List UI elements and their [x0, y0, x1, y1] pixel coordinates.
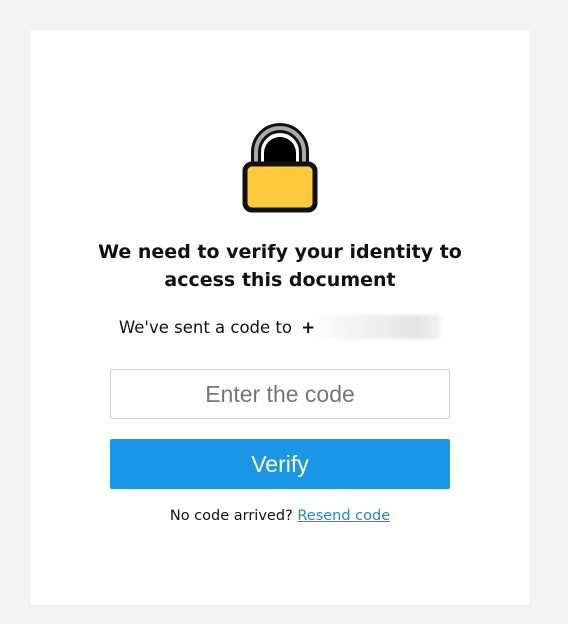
code-sent-text: We've sent a code to: [118, 317, 298, 337]
phone-number-prefix: +: [301, 317, 316, 337]
verify-button[interactable]: Verify: [110, 439, 450, 489]
code-input[interactable]: [110, 369, 450, 419]
code-sent-message: We've sent a code to +: [30, 313, 530, 341]
page-title: We need to verify your identity to acces…: [98, 241, 462, 291]
resend-line: No code arrived? Resend code: [30, 506, 530, 526]
no-code-text: No code arrived?: [169, 508, 298, 524]
lock-icon: [242, 122, 318, 214]
resend-code-link[interactable]: Resend code: [297, 508, 390, 524]
phone-number-redacted: [319, 315, 442, 339]
verification-card: We need to verify your identity to acces…: [30, 30, 530, 605]
